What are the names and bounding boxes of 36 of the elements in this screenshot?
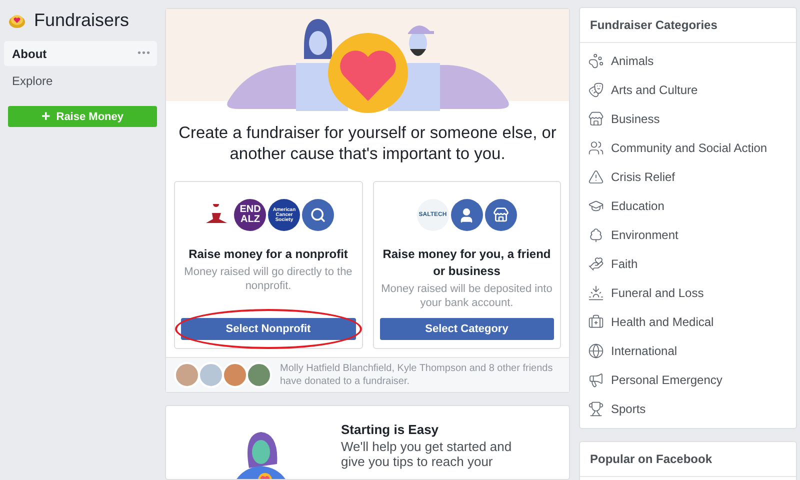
categories-title: Fundraiser Categories [580, 8, 796, 43]
friend-avatar[interactable] [222, 362, 248, 388]
category-item[interactable]: Community and Social Action [580, 133, 796, 162]
category-item[interactable]: Education [580, 191, 796, 220]
category-item[interactable]: Sports [580, 394, 796, 423]
category-item[interactable]: Arts and Culture [580, 75, 796, 104]
category-item[interactable]: Funeral and Loss [580, 278, 796, 307]
friend-avatar[interactable] [198, 362, 224, 388]
popular-title: Popular on Facebook [580, 442, 796, 477]
starting-title: Starting is Easy [341, 422, 440, 437]
option-title: Raise money for you, a friend or business [382, 246, 552, 280]
option-title: Raise money for a nonprofit [188, 246, 348, 263]
select-button[interactable]: Select Nonprofit [181, 318, 356, 340]
sidebar-item[interactable]: About ••• [4, 41, 157, 66]
category-item[interactable]: Faith [580, 249, 796, 278]
friend-avatar[interactable] [246, 362, 272, 388]
category-item[interactable]: Animals [580, 46, 796, 75]
starting-text: We'll help you get started and give you tips to reach your [341, 439, 513, 469]
friend-avatar[interactable] [174, 362, 200, 388]
sidebar-item[interactable]: Explore [4, 68, 157, 93]
category-item[interactable]: International [580, 336, 796, 365]
option-description: Money raised will go directly to the nonprofit. [183, 265, 354, 293]
select-button[interactable]: Select Category [380, 318, 554, 340]
category-item[interactable]: Health and Medical [580, 307, 796, 336]
intro-heading: Create a fundraiser for yourself or someone else, or another cause that's important to you. [178, 123, 558, 165]
friends-donated-text: Molly Hatfield Blanchfield, Kyle Thompson and 8 other friends have donated to a fundraiser. [280, 362, 554, 388]
page-title: Fundraisers [34, 10, 130, 31]
category-item[interactable]: Crisis Relief [580, 162, 796, 191]
store-icon [484, 199, 517, 231]
search-icon[interactable] [302, 199, 334, 231]
category-item[interactable]: Business [580, 104, 796, 133]
category-item[interactable]: Personal Emergency [580, 365, 796, 394]
person-icon [450, 199, 483, 231]
option-description: Money raised will be deposited into your bank account. [380, 282, 554, 310]
alz-logo: END ALZ [234, 199, 266, 231]
category-item[interactable]: Environment [580, 220, 796, 249]
